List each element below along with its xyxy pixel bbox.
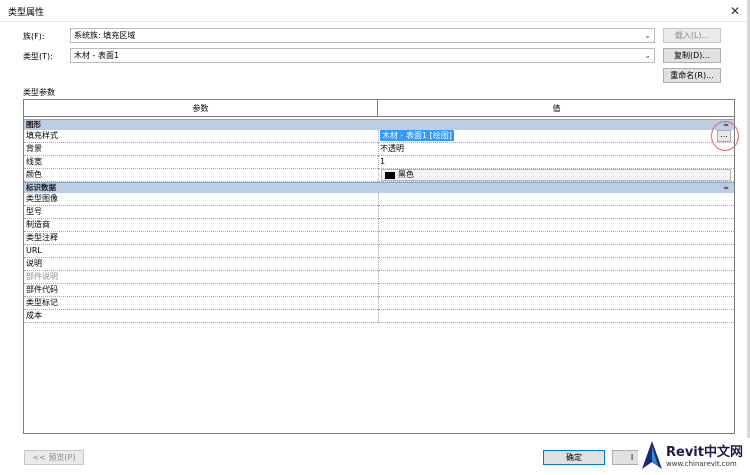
watermark-logo: Revit中文网 www.chinarevit.com — [638, 438, 750, 475]
color-picker-button[interactable]: 黑色 — [381, 169, 731, 181]
param-name: 成本 — [26, 311, 42, 320]
table-row[interactable]: 部件代码 — [24, 284, 734, 297]
table-row[interactable]: 型号 — [24, 206, 734, 219]
column-divider — [378, 219, 379, 232]
selected-value[interactable]: 木材 - 表面1 [绘图] — [380, 130, 454, 141]
chevron-down-icon: ⌄ — [644, 31, 651, 40]
param-name: 部件说明 — [26, 272, 58, 281]
param-value[interactable]: 木材 - 表面1 [绘图] ... — [380, 130, 732, 142]
table-row[interactable]: 颜色 黑色 — [24, 169, 734, 182]
param-name: 背景 — [26, 144, 42, 153]
group-header-graphics[interactable]: 图形 ≈ — [24, 119, 734, 130]
param-name: 填充样式 — [26, 131, 58, 140]
annotation-circle — [711, 121, 739, 151]
column-header-value[interactable]: 值 — [379, 100, 734, 117]
type-value: 木材 - 表面1 — [74, 51, 120, 60]
collapse-icon[interactable]: ≈ — [723, 183, 729, 193]
column-divider — [378, 143, 379, 156]
column-divider — [378, 169, 379, 182]
table-row[interactable]: 类型图像 — [24, 193, 734, 206]
load-button[interactable]: 载入(L)... — [663, 28, 721, 43]
watermark-brand: Revit中文网 — [666, 445, 743, 460]
column-divider — [378, 284, 379, 297]
column-divider — [378, 232, 379, 245]
table-row[interactable]: 类型标记 — [24, 297, 734, 310]
column-header-param[interactable]: 参数 — [24, 100, 378, 117]
param-name: 制造商 — [26, 220, 50, 229]
table-row[interactable]: 部件说明 — [24, 271, 734, 284]
table-row[interactable]: 填充样式 木材 - 表面1 [绘图] ... — [24, 130, 734, 143]
preview-button[interactable]: << 预览(P) — [24, 450, 84, 465]
family-combo[interactable]: 系统族: 填充区域 ⌄ — [70, 28, 655, 43]
chevron-down-icon: ⌄ — [644, 51, 651, 60]
param-name: 型号 — [26, 207, 42, 216]
param-value[interactable]: 1 — [380, 156, 732, 168]
watermark-url: www.chinarevit.com — [666, 460, 737, 468]
window-title: 类型属性 — [8, 8, 45, 18]
column-divider — [378, 156, 379, 169]
param-name: 类型标记 — [26, 298, 58, 307]
table-row[interactable]: 线宽 1 — [24, 156, 734, 169]
type-combo[interactable]: 木材 - 表面1 ⌄ — [70, 48, 655, 63]
table-row[interactable]: 成本 — [24, 310, 734, 323]
color-swatch — [385, 172, 395, 179]
param-name: URL — [26, 246, 42, 255]
rename-button[interactable]: 重命名(R)... — [663, 68, 721, 83]
param-name: 颜色 — [26, 170, 42, 179]
table-row[interactable]: URL — [24, 245, 734, 258]
column-divider — [378, 245, 379, 258]
param-name: 部件代码 — [26, 285, 58, 294]
group-header-identity-data[interactable]: 标识数据 ≈ — [24, 182, 734, 193]
ok-button[interactable]: 确定 — [543, 450, 605, 465]
table-row[interactable]: 类型注释 — [24, 232, 734, 245]
duplicate-button[interactable]: 复制(D)... — [663, 48, 721, 63]
type-params-label: 类型参数 — [23, 88, 55, 97]
param-name: 类型注释 — [26, 233, 58, 242]
table-row[interactable]: 制造商 — [24, 219, 734, 232]
param-value[interactable]: 不透明 — [380, 143, 732, 155]
close-icon[interactable]: ✕ — [720, 0, 750, 22]
column-divider — [378, 130, 379, 143]
column-divider — [378, 193, 379, 206]
column-divider — [378, 258, 379, 271]
grid-header: 参数 值 — [24, 100, 734, 117]
property-grid[interactable]: 参数 值 图形 ≈ 填充样式 木材 - 表面1 [绘图] ... 背景 不透明 … — [23, 99, 735, 434]
family-label: 族(F): — [23, 32, 45, 41]
param-name: 说明 — [26, 259, 42, 268]
title-bar: 类型属性 ✕ — [0, 0, 750, 22]
table-row[interactable]: 背景 不透明 — [24, 143, 734, 156]
color-name: 黑色 — [398, 170, 414, 179]
family-value: 系统族: 填充区域 — [74, 31, 136, 40]
param-name: 类型图像 — [26, 194, 58, 203]
column-divider — [378, 310, 379, 323]
revit-logo-icon — [642, 441, 662, 469]
table-row[interactable]: 说明 — [24, 258, 734, 271]
column-divider — [378, 206, 379, 219]
type-label: 类型(T): — [23, 52, 53, 61]
column-divider — [378, 271, 379, 284]
group-name: 图形 — [26, 120, 41, 129]
param-name: 线宽 — [26, 157, 42, 166]
column-divider — [378, 297, 379, 310]
group-name: 标识数据 — [26, 183, 56, 192]
